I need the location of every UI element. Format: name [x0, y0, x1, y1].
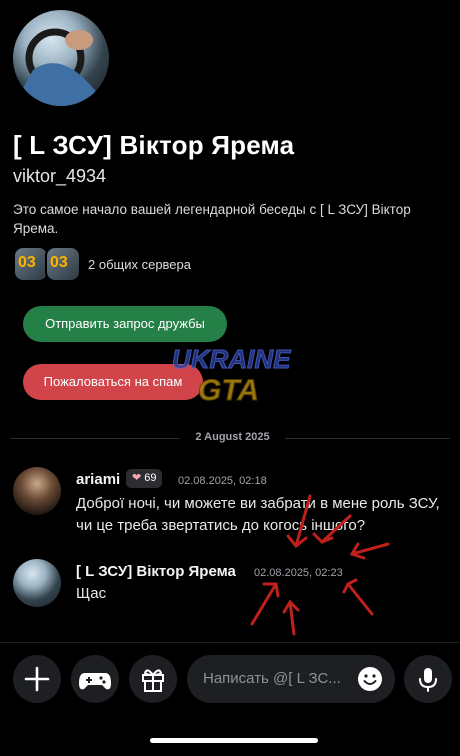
profile-display-name: [ L ЗСУ] Віктор Ярема: [13, 130, 295, 160]
conversation-intro-text: Это самое начало вашей легендарной бесед…: [13, 202, 411, 236]
message-author-name[interactable]: [ L ЗСУ] Віктор Ярема: [76, 563, 236, 580]
send-friend-request-button[interactable]: Отправить запрос дружбы: [23, 306, 227, 342]
add-attachment-button[interactable]: [13, 655, 61, 703]
badge-count: 69: [144, 472, 157, 484]
gift-button[interactable]: [129, 655, 177, 703]
watermark-logo: UKRAINE GTA: [172, 344, 292, 408]
gamepad-icon: [79, 673, 111, 690]
composer-separator: [0, 642, 460, 643]
date-divider-line: [10, 438, 180, 439]
message-text[interactable]: Доброї ночі, чи можете ви забрати в мене…: [76, 493, 446, 537]
date-divider: 2 August 2025: [195, 431, 270, 443]
gift-icon: [142, 669, 164, 692]
watermark-line2: GTA: [198, 374, 259, 407]
microphone-icon: [419, 668, 437, 692]
boost-badge: ❤ 69: [126, 469, 163, 488]
message-input-placeholder: Написать @[ L ЗС...: [203, 670, 341, 687]
message-author-avatar[interactable]: [13, 467, 61, 515]
plus-icon: [24, 666, 50, 692]
profile-username: viktor_4934: [13, 166, 107, 186]
message-text[interactable]: Щас: [76, 585, 106, 602]
watermark-line1: UKRAINE: [172, 344, 291, 374]
message-timestamp: 02.08.2025, 02:23: [254, 567, 343, 579]
mutual-servers-link[interactable]: 2 общих сервера: [88, 257, 191, 272]
profile-avatar[interactable]: [13, 10, 109, 106]
date-divider-line: [285, 438, 450, 439]
mutual-server-icon[interactable]: 03: [13, 246, 49, 282]
message-timestamp: 02.08.2025, 02:18: [178, 475, 267, 487]
voice-message-button[interactable]: [404, 655, 452, 703]
games-button[interactable]: [71, 655, 119, 703]
server-icon-text: 03: [18, 254, 36, 271]
emoji-icon[interactable]: [357, 666, 383, 692]
message-input[interactable]: Написать @[ L ЗС...: [187, 655, 395, 703]
server-icon-text: 03: [50, 254, 68, 271]
message-author-avatar[interactable]: [13, 559, 61, 607]
message-author-name[interactable]: ariami: [76, 471, 120, 488]
heart-icon: ❤: [132, 472, 142, 484]
mutual-server-icon[interactable]: 03: [45, 246, 81, 282]
home-indicator: [150, 738, 318, 743]
